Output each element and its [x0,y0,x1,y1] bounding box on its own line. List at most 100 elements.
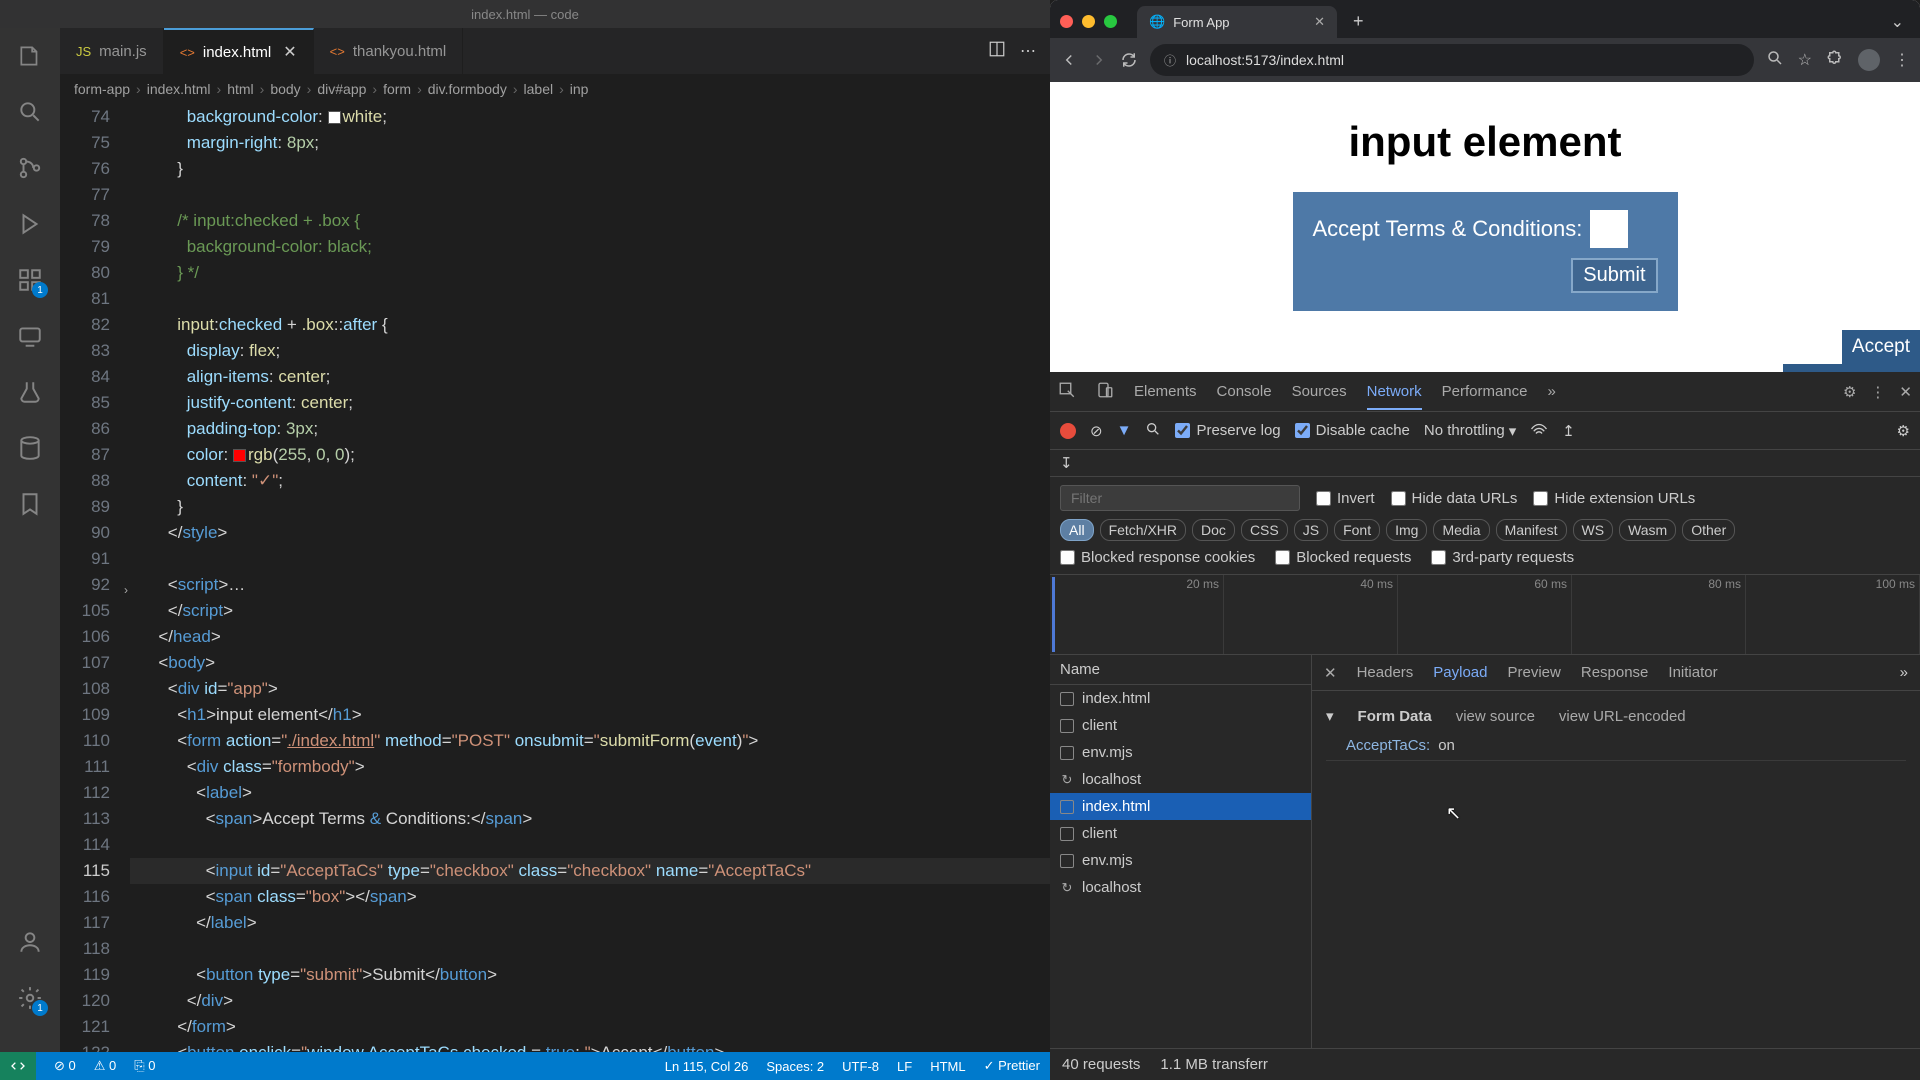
request-row[interactable]: index.html [1050,685,1311,712]
disable-cache-checkbox[interactable]: Disable cache [1295,422,1410,439]
window-controls[interactable] [1060,15,1117,28]
detail-tab-response[interactable]: Response [1581,664,1649,681]
more-actions-icon[interactable]: ⋯ [1020,41,1036,61]
more-tabs-icon[interactable]: » [1548,383,1556,400]
breadcrumbs[interactable]: form-app›index.html›html›body›div#app›fo… [60,74,1050,104]
reload-icon[interactable] [1120,51,1138,69]
status-language[interactable]: HTML [930,1059,965,1074]
clear-icon[interactable]: ⊘ [1090,422,1103,440]
star-icon[interactable]: ☆ [1798,50,1812,70]
editor-tab-main.js[interactable]: JSmain.js [60,28,164,74]
devtools-menu-icon[interactable]: ⋮ [1870,383,1885,401]
submit-button[interactable]: Submit [1571,258,1657,293]
more-detail-tabs-icon[interactable]: » [1900,664,1908,681]
export-har-icon[interactable]: ⚙ [1897,422,1910,440]
type-filter-ws[interactable]: WS [1573,519,1614,541]
status-spaces[interactable]: Spaces: 2 [766,1059,824,1074]
request-row[interactable]: client [1050,820,1311,847]
network-timeline[interactable]: 20 ms40 ms60 ms80 ms100 ms [1050,575,1920,655]
code-editor[interactable]: 74757677787980818283848586878889909192›1… [60,104,1050,1052]
accounts-icon[interactable] [14,926,46,958]
forward-icon[interactable] [1090,51,1108,69]
filter-input[interactable] [1060,485,1300,511]
devtools-tab-network[interactable]: Network [1367,383,1422,410]
request-row[interactable]: env.mjs [1050,847,1311,874]
type-filter-font[interactable]: Font [1334,519,1380,541]
devtools-close-icon[interactable]: ✕ [1899,383,1912,401]
breadcrumb-item[interactable]: html [227,81,253,97]
detail-tab-preview[interactable]: Preview [1508,664,1561,681]
search-icon[interactable] [14,96,46,128]
source-control-icon[interactable] [14,152,46,184]
database-icon[interactable] [14,432,46,464]
status-errors[interactable]: ⊘ 0 [54,1058,76,1074]
run-debug-icon[interactable] [14,208,46,240]
testing-icon[interactable] [14,376,46,408]
type-filter-fetch-xhr[interactable]: Fetch/XHR [1100,519,1186,541]
accept-button[interactable]: Accept [1842,330,1920,364]
status-prettier[interactable]: ✓ Prettier [984,1058,1040,1074]
type-filter-js[interactable]: JS [1294,519,1328,541]
editor-tab-thankyou.html[interactable]: <>thankyou.html [314,28,464,74]
request-row[interactable]: index.html [1050,793,1311,820]
blocked-cookies-checkbox[interactable]: Blocked response cookies [1060,549,1255,566]
bookmark-icon[interactable] [14,488,46,520]
type-filter-wasm[interactable]: Wasm [1619,519,1676,541]
type-filter-other[interactable]: Other [1682,519,1735,541]
do-not-accept-button[interactable]: Do not accept [1783,364,1920,372]
throttling-select[interactable]: No throttling ▾ [1424,422,1516,440]
invert-checkbox[interactable]: Invert [1316,490,1375,507]
name-column-header[interactable]: Name [1050,655,1311,685]
editor-tab-index.html[interactable]: <>index.html✕ [164,28,314,74]
window-min-icon[interactable]: ⌄ [1881,6,1914,38]
hide-data-urls-checkbox[interactable]: Hide data URLs [1391,490,1518,507]
devtools-tab-console[interactable]: Console [1217,383,1272,400]
breadcrumb-item[interactable]: label [524,81,554,97]
form-data-caret[interactable]: ▾ [1326,707,1334,725]
address-bar[interactable]: ⓘ localhost:5173/index.html [1150,44,1754,76]
type-filter-img[interactable]: Img [1386,519,1427,541]
breadcrumb-item[interactable]: div.formbody [428,81,507,97]
breadcrumb-item[interactable]: div#app [317,81,366,97]
detail-tab-payload[interactable]: Payload [1433,664,1487,681]
filter-toggle-icon[interactable]: ▼ [1117,422,1132,439]
view-url-encoded-link[interactable]: view URL-encoded [1559,708,1686,725]
status-eol[interactable]: LF [897,1059,912,1074]
chrome-menu-icon[interactable]: ⋮ [1894,50,1910,70]
request-row[interactable]: localhost [1050,766,1311,793]
extensions-puzzle-icon[interactable] [1826,49,1844,72]
view-source-link[interactable]: view source [1456,708,1535,725]
tab-close-icon[interactable]: ✕ [283,42,296,62]
remote-status-icon[interactable] [0,1052,36,1080]
hide-ext-urls-checkbox[interactable]: Hide extension URLs [1533,490,1695,507]
blocked-requests-checkbox[interactable]: Blocked requests [1275,549,1411,566]
type-filter-doc[interactable]: Doc [1192,519,1235,541]
devtools-tab-sources[interactable]: Sources [1292,383,1347,400]
request-row[interactable]: localhost [1050,874,1311,901]
status-cursor[interactable]: Ln 115, Col 26 [665,1059,749,1074]
extensions-icon[interactable]: 1 [14,264,46,296]
download-icon[interactable]: ↧ [1060,455,1073,472]
breadcrumb-item[interactable]: index.html [147,81,211,97]
settings-gear-icon[interactable]: 1 [14,982,46,1014]
status-ports[interactable]: ⎘ 0 [134,1058,155,1074]
site-info-icon[interactable]: ⓘ [1164,52,1176,69]
type-filter-all[interactable]: All [1060,519,1094,541]
network-conditions-icon[interactable] [1530,420,1548,442]
devtools-tab-elements[interactable]: Elements [1134,383,1197,400]
type-filter-media[interactable]: Media [1433,519,1489,541]
close-detail-icon[interactable]: ✕ [1324,664,1337,682]
back-icon[interactable] [1060,51,1078,69]
devtools-tab-performance[interactable]: Performance [1442,383,1528,400]
inspect-icon[interactable] [1058,381,1076,403]
breadcrumb-item[interactable]: body [270,81,300,97]
import-har-icon[interactable]: ↥ [1562,422,1575,440]
devtools-settings-icon[interactable]: ⚙ [1843,383,1856,401]
detail-tab-initiator[interactable]: Initiator [1668,664,1717,681]
breadcrumb-item[interactable]: form-app [74,81,130,97]
request-row[interactable]: client [1050,712,1311,739]
zoom-icon[interactable] [1766,49,1784,72]
status-warnings[interactable]: ⚠ 0 [94,1058,117,1074]
remote-icon[interactable] [14,320,46,352]
split-editor-icon[interactable] [988,40,1006,63]
